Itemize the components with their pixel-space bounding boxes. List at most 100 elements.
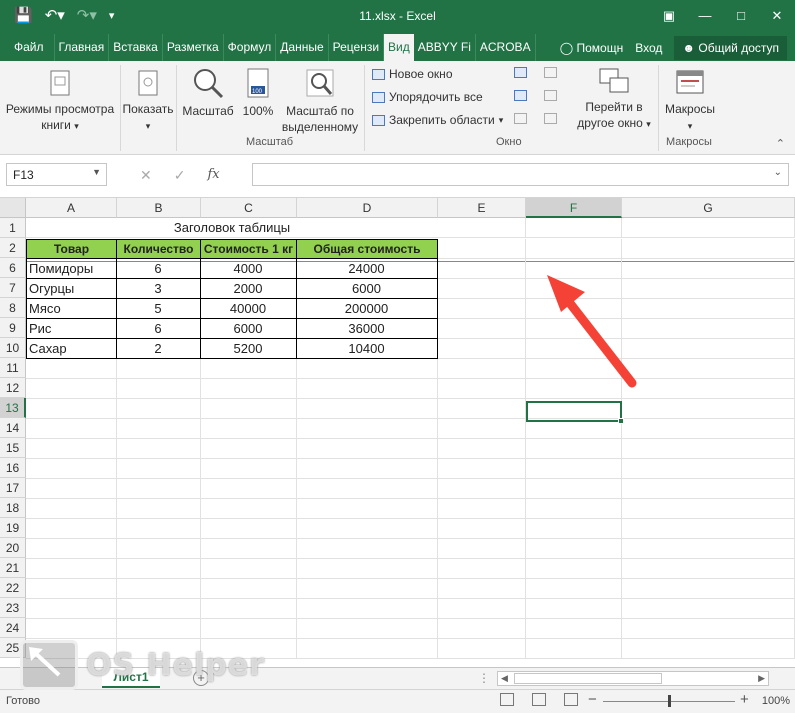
table-cell[interactable]: 5200 xyxy=(200,339,297,359)
cell[interactable] xyxy=(117,359,201,379)
table-cell[interactable]: 5 xyxy=(116,299,201,319)
cell[interactable] xyxy=(26,439,117,459)
insert-function-icon[interactable]: fx xyxy=(207,167,219,184)
row-header[interactable]: 11 xyxy=(0,358,26,378)
cell[interactable] xyxy=(117,599,201,619)
cell[interactable] xyxy=(438,519,526,539)
zoom-slider-thumb[interactable] xyxy=(668,695,671,707)
cell[interactable] xyxy=(526,639,622,659)
scroll-thumb[interactable] xyxy=(514,673,662,684)
cell[interactable] xyxy=(438,439,526,459)
cell[interactable] xyxy=(297,419,438,439)
cell[interactable] xyxy=(297,579,438,599)
cell[interactable] xyxy=(297,539,438,559)
cell[interactable] xyxy=(297,519,438,539)
row-header[interactable]: 13 xyxy=(0,398,26,418)
cell[interactable] xyxy=(622,218,795,238)
cell[interactable] xyxy=(26,499,117,519)
cell[interactable] xyxy=(117,539,201,559)
arrange-all-button[interactable]: Упорядочить все xyxy=(372,90,483,104)
show-button[interactable]: Показать ▾ xyxy=(122,69,174,134)
cell[interactable] xyxy=(622,379,795,399)
cell[interactable] xyxy=(201,379,297,399)
new-window-button[interactable]: Новое окно xyxy=(372,67,453,81)
cell[interactable] xyxy=(526,459,622,479)
cell[interactable] xyxy=(26,579,117,599)
table-cell[interactable]: 6 xyxy=(116,259,201,279)
tab-review[interactable]: Рецензи xyxy=(329,34,385,61)
table-cell[interactable]: 6000 xyxy=(296,279,438,299)
table-cell[interactable]: 4000 xyxy=(200,259,297,279)
cell[interactable] xyxy=(622,279,795,299)
column-header[interactable]: E xyxy=(438,198,526,218)
tell-me[interactable]: ◯ Помощн xyxy=(560,41,624,55)
row-header[interactable]: 14 xyxy=(0,418,26,438)
cell[interactable] xyxy=(526,299,622,319)
cell[interactable] xyxy=(117,499,201,519)
cell[interactable] xyxy=(622,619,795,639)
table-cell[interactable]: 6000 xyxy=(200,319,297,339)
cell[interactable] xyxy=(117,559,201,579)
cell[interactable] xyxy=(201,579,297,599)
cell[interactable] xyxy=(622,359,795,379)
tab-formulas[interactable]: Формул xyxy=(224,34,277,61)
cell[interactable] xyxy=(117,399,201,419)
row-header[interactable]: 6 xyxy=(0,258,26,278)
cell[interactable] xyxy=(201,559,297,579)
cell[interactable] xyxy=(201,499,297,519)
cell[interactable] xyxy=(622,519,795,539)
view-side-by-side-button[interactable] xyxy=(544,67,557,78)
maximize-button[interactable]: □ xyxy=(723,0,759,34)
page-break-view-icon[interactable] xyxy=(564,693,578,706)
worksheet-grid[interactable]: A B C D E F G 1 2 6 7 8 9 10 11 12 13 14 15 16 17 18 19… xyxy=(0,198,795,667)
cell[interactable] xyxy=(201,359,297,379)
row-header[interactable]: 17 xyxy=(0,478,26,498)
cell[interactable] xyxy=(297,459,438,479)
macros-button[interactable]: Макросы ▾ xyxy=(660,67,720,134)
cell[interactable] xyxy=(622,239,795,259)
page-layout-view-icon[interactable] xyxy=(532,693,546,706)
zoom-in-button[interactable]: + xyxy=(740,691,749,708)
table-cell[interactable]: Мясо xyxy=(26,299,117,319)
table-cell[interactable]: 2000 xyxy=(200,279,297,299)
cell[interactable] xyxy=(438,539,526,559)
cell[interactable] xyxy=(438,459,526,479)
cell[interactable] xyxy=(297,479,438,499)
cell[interactable] xyxy=(297,559,438,579)
cell[interactable] xyxy=(438,479,526,499)
cell[interactable] xyxy=(201,599,297,619)
tab-insert[interactable]: Вставка xyxy=(109,34,163,61)
cell[interactable] xyxy=(117,479,201,499)
row-header[interactable]: 9 xyxy=(0,318,26,338)
tab-file[interactable]: Файл xyxy=(0,34,55,61)
cell[interactable] xyxy=(438,639,526,659)
zoom-to-selection-button[interactable]: Масштаб по выделенному xyxy=(280,67,360,135)
switch-windows-button[interactable]: Перейти в другое окно ▾ xyxy=(572,67,656,132)
cell[interactable] xyxy=(201,439,297,459)
cell[interactable] xyxy=(622,639,795,659)
cell[interactable] xyxy=(526,218,622,238)
cell[interactable] xyxy=(526,419,622,439)
cell[interactable] xyxy=(526,579,622,599)
row-header[interactable]: 16 xyxy=(0,458,26,478)
cell[interactable] xyxy=(526,259,622,279)
cell[interactable] xyxy=(201,539,297,559)
cell[interactable] xyxy=(297,499,438,519)
cell[interactable] xyxy=(622,499,795,519)
row-header[interactable]: 22 xyxy=(0,578,26,598)
cell[interactable] xyxy=(26,519,117,539)
column-header[interactable]: G xyxy=(622,198,795,218)
row-header[interactable]: 15 xyxy=(0,438,26,458)
name-box[interactable]: F13 ▼ xyxy=(6,163,107,186)
tab-home[interactable]: Главная xyxy=(55,34,110,61)
cell[interactable] xyxy=(526,619,622,639)
cell[interactable] xyxy=(26,419,117,439)
tab-acrobat[interactable]: ACROBA xyxy=(476,34,536,61)
cell[interactable] xyxy=(526,279,622,299)
cell[interactable] xyxy=(438,259,526,279)
cell[interactable] xyxy=(438,419,526,439)
table-cell[interactable]: Помидоры xyxy=(26,259,117,279)
cell[interactable] xyxy=(438,279,526,299)
table-cell[interactable]: 36000 xyxy=(296,319,438,339)
cell[interactable] xyxy=(297,379,438,399)
